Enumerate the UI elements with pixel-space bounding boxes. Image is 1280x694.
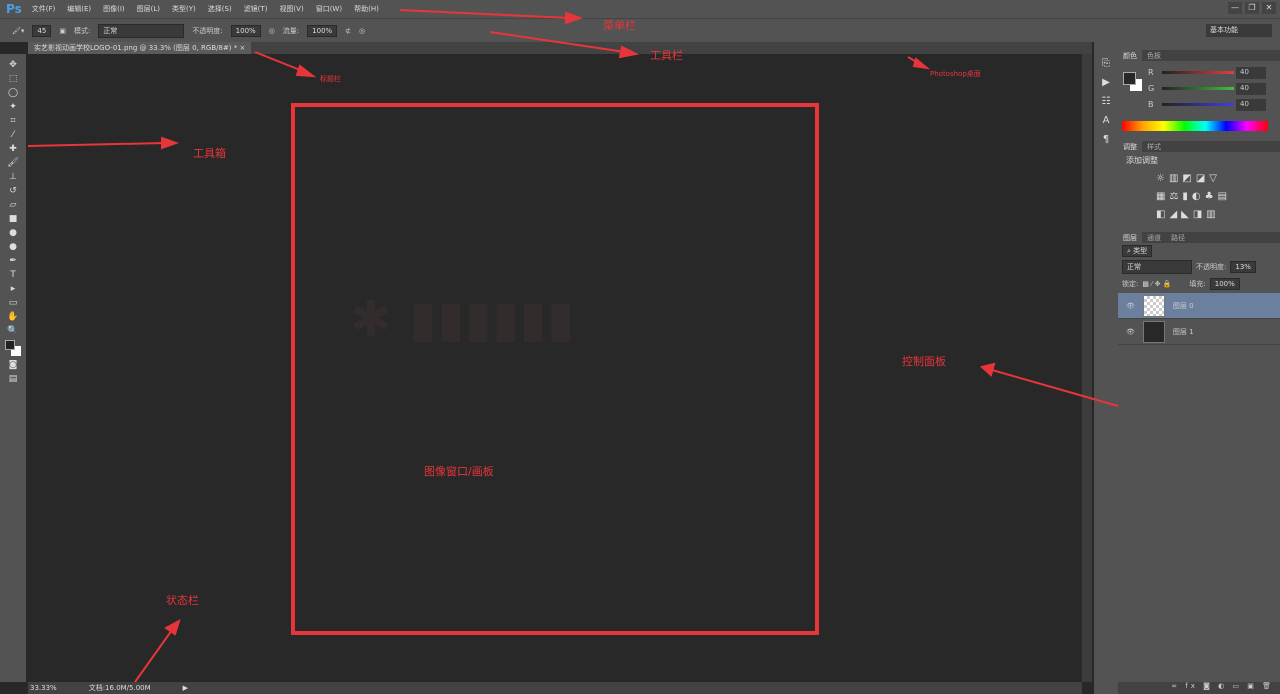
arrowhead bbox=[161, 136, 179, 150]
annotation-desktop: Photoshop桌面 bbox=[930, 70, 981, 78]
arrowhead bbox=[164, 618, 181, 636]
arrow-toolbar bbox=[489, 31, 626, 53]
arrowhead bbox=[618, 45, 640, 59]
arrowhead bbox=[912, 57, 931, 70]
arrow-panels bbox=[991, 369, 1119, 407]
arrow-menubar bbox=[399, 9, 571, 19]
annotation-statusbar: 状态栏 bbox=[166, 594, 199, 607]
arrowhead bbox=[295, 64, 317, 78]
arrowhead bbox=[979, 362, 996, 377]
annotation-toolbar: 工具栏 bbox=[650, 49, 683, 62]
annotation-panels: 控制面板 bbox=[902, 355, 946, 368]
annotation-toolbox: 工具箱 bbox=[193, 147, 226, 160]
arrow-titlebar bbox=[254, 51, 306, 73]
annotation-menubar: 菜单栏 bbox=[603, 19, 636, 32]
arrow-statusbar bbox=[134, 629, 173, 683]
arrowhead bbox=[565, 11, 583, 25]
annotation-canvas: 图像窗口/画板 bbox=[424, 465, 494, 478]
annotation-titlebar: 标题栏 bbox=[320, 75, 341, 83]
arrow-toolbox bbox=[27, 142, 166, 147]
annotation-arrows bbox=[27, 9, 1119, 683]
